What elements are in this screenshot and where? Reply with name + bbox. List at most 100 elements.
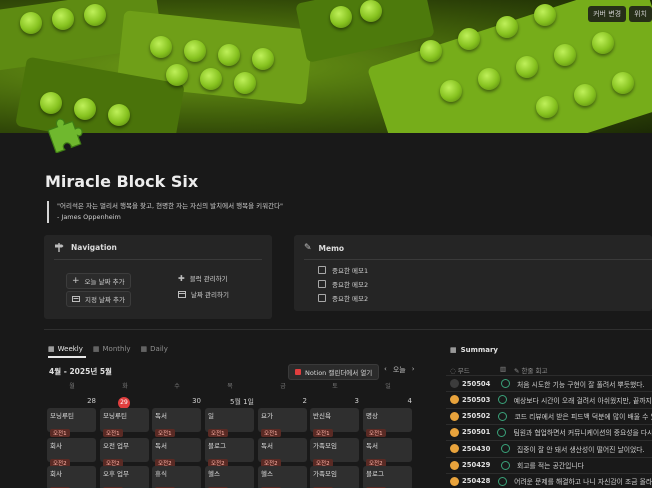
weekday-label: 월 [69, 383, 75, 390]
memo-card: ✎ Memo 중요한 메모1 중요한 메모2 중요한 메모2 [294, 235, 652, 311]
calendar-event[interactable]: 독서 오전2 [152, 438, 201, 467]
lego-stud [516, 56, 538, 78]
lego-stud [150, 36, 172, 58]
event-title: 회사 [50, 442, 62, 450]
open-notion-calendar-label: Notion 캘린더에서 열기 [305, 369, 373, 377]
calendar-event[interactable]: 독서 오전1 [152, 408, 201, 437]
calendar-event[interactable]: 가족모임 오전2 [310, 438, 359, 467]
summary-row[interactable]: 250504 처음 시도한 기능 구현이 잘 풀려서 뿌듯했다. [446, 375, 652, 391]
calendar-event[interactable]: 모닝루틴 오전1 [47, 408, 96, 437]
calendar-event[interactable]: 회사오후1 [47, 466, 96, 488]
weekday-label: 화 [122, 383, 128, 390]
summary-row[interactable]: 250501 팀원과 협업하면서 커뮤니케이션의 중요성을 다시 느꼈 [446, 423, 652, 440]
checkbox[interactable] [318, 294, 326, 302]
memo-item-label: 중요한 메모2 [332, 295, 369, 303]
memo-divider [304, 259, 652, 260]
summary-text: 팀원과 협업하면서 커뮤니케이션의 중요성을 다시 느꼈 [513, 429, 652, 438]
calendar-event[interactable]: 가족모임오후1 [310, 466, 359, 488]
event-title: 명상 [366, 412, 378, 420]
today-button[interactable]: 오늘 [393, 365, 406, 375]
calendar-event[interactable]: 모닝루틴오전1 [100, 408, 149, 437]
summary-row[interactable]: 250502 코드 리뷰에서 받은 피드백 덕분에 많이 배울 수 있었 [446, 407, 652, 424]
calendar-event[interactable]: 요가 오전1 [258, 408, 307, 437]
add-today-button[interactable]: + 오늘 날짜 추가 [66, 273, 131, 289]
chevron-right-icon[interactable]: › [412, 365, 415, 375]
open-notion-calendar-button[interactable]: Notion 캘린더에서 열기 [288, 364, 380, 380]
calendar-icon [178, 291, 186, 298]
memo-item[interactable]: 중요한 메모2 [318, 293, 368, 303]
manage-blocks-link[interactable]: ✚ 블럭 관리하기 [178, 273, 228, 284]
summary-date: 250502 [462, 412, 491, 421]
summary-text: 집중이 잘 안 돼서 생산성이 떨어진 날이었다. [517, 445, 645, 454]
lego-stud [84, 4, 106, 26]
memo-item-label: 중요한 메모2 [332, 281, 369, 289]
tab-monthly[interactable]: ▦ Monthly [93, 345, 131, 353]
calendar-event[interactable]: 오후 업무오후1 [100, 466, 149, 488]
date-number: 30 [192, 397, 201, 405]
lego-stud [478, 68, 500, 90]
tab-daily-label: Daily [150, 345, 168, 353]
tab-weekly[interactable]: ▦ Weekly [48, 345, 83, 353]
event-title: 가족모임 [313, 470, 337, 478]
summary-row[interactable]: 250430 집중이 잘 안 돼서 생산성이 떨어진 날이었다. [446, 440, 652, 456]
summary-date: 250503 [462, 395, 491, 404]
calendar-event[interactable]: 독서 오전2 [363, 438, 412, 467]
event-time-tag: 오전1 [366, 429, 386, 437]
signpost-icon [55, 243, 64, 252]
calendar-navigation: ‹ 오늘 › [384, 365, 415, 375]
reposition-cover-button[interactable]: 위치 [629, 6, 652, 22]
summary-row[interactable]: 250428 어려운 문제를 해결하고 나니 자신감이 조금 올라갔다 [446, 472, 652, 488]
memo-header: ✎ Memo [304, 243, 344, 253]
lego-stud [330, 6, 352, 28]
lego-stud [496, 16, 518, 38]
calendar-event[interactable]: 명상오전1 [363, 408, 412, 437]
weekday-label: 일 [385, 383, 391, 390]
event-time-tag: 오전1 [103, 429, 123, 437]
calendar-event[interactable]: 블로그 오전2 [205, 438, 254, 467]
event-time-tag: 오전1 [50, 429, 70, 437]
event-title: 모닝루틴 [103, 412, 127, 420]
mood-icon [450, 395, 459, 405]
summary-row[interactable]: 250503 예상보다 시간이 오래 걸려서 아쉬웠지만, 끝까지 포기 [446, 391, 652, 407]
progress-ring-icon [497, 427, 507, 437]
calendar-tabs: ▦ Weekly ▦ Monthly ▦ Daily [48, 345, 168, 353]
mood-icon [450, 427, 459, 437]
change-cover-button[interactable]: 커버 변경 [588, 6, 627, 22]
event-title: 가족모임 [313, 442, 337, 450]
lego-stud [200, 68, 222, 90]
lego-stud [574, 84, 596, 106]
calendar-event[interactable]: 휴식오후1 [152, 466, 201, 488]
summary-date: 250504 [462, 379, 491, 388]
checkbox[interactable] [318, 266, 326, 274]
lego-stud [554, 44, 576, 66]
calendar-event[interactable]: 일 오전1 [205, 408, 254, 437]
tab-daily[interactable]: ▦ Daily [141, 345, 168, 353]
calendar-event[interactable]: 독서 오전2 [258, 438, 307, 467]
calendar-event[interactable]: 헬스오후1 [258, 466, 307, 488]
checkbox[interactable] [318, 280, 326, 288]
puzzle-icon[interactable] [44, 113, 84, 153]
lego-stud [536, 96, 558, 118]
calendar-event[interactable]: 헬스오후1 [205, 466, 254, 488]
manage-dates-link[interactable]: 날짜 관리하기 [178, 289, 229, 299]
calendar-icon: ▦ [450, 346, 457, 354]
review-column-header: ✎ 한줄 회고 [514, 367, 548, 375]
chevron-left-icon[interactable]: ‹ [384, 365, 387, 375]
calendar-icon: ▦ [48, 345, 55, 353]
page-title: Miracle Block Six [45, 172, 199, 191]
memo-item[interactable]: 중요한 메모1 [318, 265, 368, 275]
summary-column-headers: ◌ 무드 ▥ ✎ 한줄 회고 [450, 365, 548, 375]
event-title: 블로그 [366, 470, 384, 478]
calendar-event[interactable]: 블로그오후1 [363, 466, 412, 488]
date-number: 4 [407, 397, 412, 405]
calendar-event[interactable]: 반신욕 오전1 [310, 408, 359, 437]
summary-date: 250428 [462, 477, 491, 486]
memo-item[interactable]: 중요한 메모2 [318, 279, 368, 289]
calendar-event[interactable]: 회사 오전2 [47, 438, 96, 467]
summary-row[interactable]: 250429 회고를 적는 공간입니다 [446, 456, 652, 473]
mood-icon [450, 411, 459, 421]
event-title: 독서 [155, 442, 167, 450]
calendar-event[interactable]: 오전 업무 오전2 [100, 438, 149, 467]
add-date-button[interactable]: 지정 날짜 추가 [66, 291, 132, 307]
calendar-month-label: 4월 - 2025년 5월 [49, 367, 112, 376]
